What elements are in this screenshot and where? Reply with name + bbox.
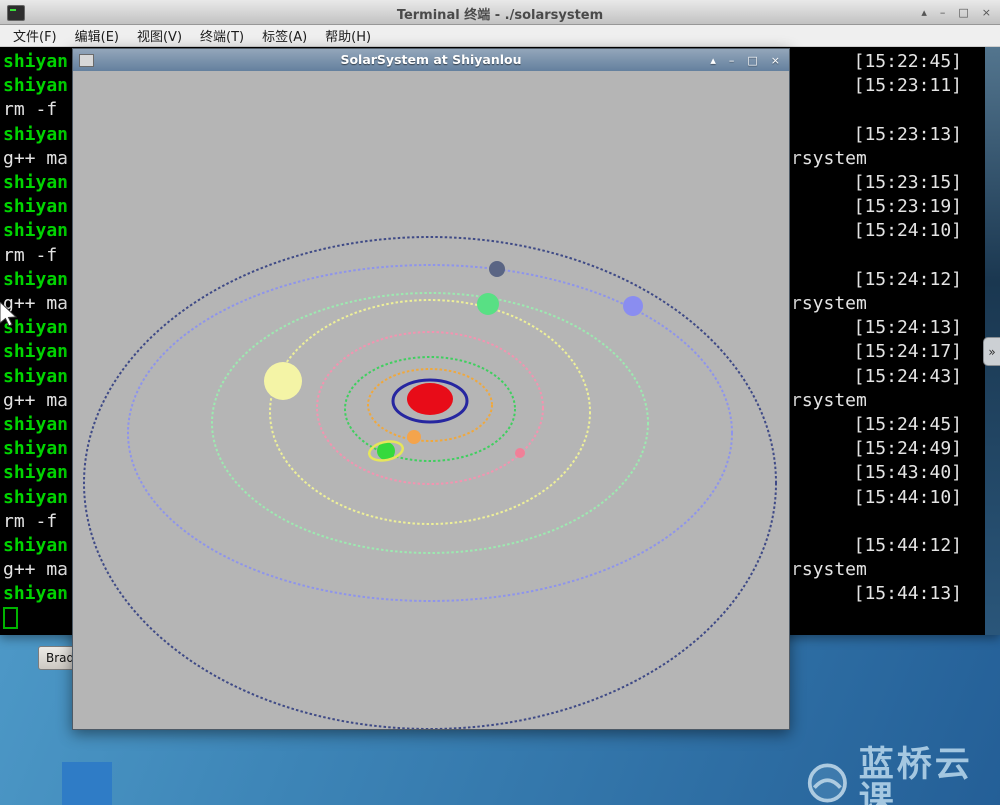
prompt-text: shiyan	[3, 195, 68, 219]
maximize-button[interactable]: □	[747, 55, 757, 66]
prompt-text: shiyan	[3, 486, 68, 510]
timestamp-text: [15:22:45]	[854, 50, 962, 74]
timestamp-text: [15:44:10]	[854, 486, 962, 510]
planet-dark-slate	[489, 261, 505, 277]
command-tail-text: rsystem	[791, 147, 867, 171]
terminal-cursor	[3, 607, 18, 629]
watermark: 蓝桥云课	[806, 748, 1000, 805]
timestamp-text: [15:24:12]	[854, 268, 962, 292]
solar-titlebar[interactable]: SolarSystem at Shiyanlou ▴ – □ ×	[73, 49, 789, 71]
solar-content	[73, 71, 789, 729]
timestamp-text: [15:23:15]	[854, 171, 962, 195]
command-tail-text: rsystem	[791, 292, 867, 316]
shade-button[interactable]: ▴	[710, 55, 716, 66]
panel-fragment[interactable]	[62, 762, 112, 805]
watermark-text: 蓝桥云课	[859, 748, 1000, 805]
command-text: rm -f	[3, 510, 57, 534]
prompt-text: shiyan	[3, 461, 68, 485]
planet-pale-yellow	[264, 362, 302, 400]
menu-file[interactable]: 文件(F)	[4, 26, 66, 45]
prompt-text: shiyan	[3, 365, 68, 389]
solar-title: SolarSystem at Shiyanlou	[73, 52, 789, 67]
menu-edit[interactable]: 编辑(E)	[66, 26, 128, 45]
sun	[407, 383, 453, 415]
menu-help[interactable]: 帮助(H)	[316, 26, 380, 45]
close-button[interactable]: ×	[771, 55, 780, 66]
lanqiao-logo-icon	[806, 760, 849, 805]
command-text: rm -f	[3, 244, 57, 268]
timestamp-text: [15:24:45]	[854, 413, 962, 437]
timestamp-text: [15:24:43]	[854, 365, 962, 389]
close-button[interactable]: ×	[982, 7, 991, 18]
solar-window-controls: ▴ – □ ×	[710, 49, 780, 71]
minimize-button[interactable]: –	[729, 55, 735, 66]
orbit-navy-outer	[84, 237, 776, 729]
solar-window: SolarSystem at Shiyanlou ▴ – □ ×	[72, 48, 790, 730]
timestamp-text: [15:24:10]	[854, 219, 962, 243]
timestamp-text: [15:43:40]	[854, 461, 962, 485]
terminal-titlebar[interactable]: Terminal 终端 - ./solarsystem ▴ – □ ×	[0, 0, 1000, 25]
timestamp-text: [15:23:19]	[854, 195, 962, 219]
prompt-text: shiyan	[3, 340, 68, 364]
prompt-text: shiyan	[3, 413, 68, 437]
command-text: rm -f	[3, 98, 57, 122]
menu-terminal[interactable]: 终端(T)	[191, 26, 253, 45]
timestamp-text: [15:23:11]	[854, 74, 962, 98]
terminal-window-controls: ▴ – □ ×	[921, 0, 991, 24]
terminal-title: Terminal 终端 - ./solarsystem	[0, 4, 1000, 23]
shade-button[interactable]: ▴	[921, 7, 927, 18]
menu-view[interactable]: 视图(V)	[128, 26, 191, 45]
timestamp-text: [15:23:13]	[854, 123, 962, 147]
timestamp-text: [15:44:13]	[854, 582, 962, 606]
planet-orange	[407, 430, 421, 444]
solar-canvas	[73, 71, 789, 729]
mouse-cursor	[0, 302, 18, 328]
desktop: 蓝桥云课 Brad... Terminal 终端 - ./solarsystem…	[0, 0, 1000, 805]
maximize-button[interactable]: □	[958, 7, 968, 18]
command-text: g++ ma	[3, 147, 68, 171]
command-tail-text: rsystem	[791, 558, 867, 582]
terminal-menubar: 文件(F)编辑(E)视图(V)终端(T)标签(A)帮助(H)	[0, 25, 1000, 47]
planet-periwinkle	[623, 296, 643, 316]
prompt-text: shiyan	[3, 268, 68, 292]
command-text: g++ ma	[3, 389, 68, 413]
prompt-text: shiyan	[3, 123, 68, 147]
prompt-text: shiyan	[3, 74, 68, 98]
command-tail-text: rsystem	[791, 389, 867, 413]
prompt-text: shiyan	[3, 50, 68, 74]
minimize-button[interactable]: –	[940, 7, 946, 18]
timestamp-text: [15:24:49]	[854, 437, 962, 461]
planet-pink	[515, 448, 525, 458]
prompt-text: shiyan	[3, 534, 68, 558]
panel-hide-tab[interactable]: »	[983, 337, 1000, 366]
prompt-text: shiyan	[3, 171, 68, 195]
command-text: g++ ma	[3, 558, 68, 582]
timestamp-text: [15:24:13]	[854, 316, 962, 340]
timestamp-text: [15:24:17]	[854, 340, 962, 364]
orbit-periwinkle	[128, 265, 732, 601]
planet-green-large	[477, 293, 499, 315]
timestamp-text: [15:44:12]	[854, 534, 962, 558]
prompt-text: shiyan	[3, 582, 68, 606]
menu-tabs[interactable]: 标签(A)	[253, 26, 316, 45]
prompt-text: shiyan	[3, 219, 68, 243]
prompt-text: shiyan	[3, 437, 68, 461]
